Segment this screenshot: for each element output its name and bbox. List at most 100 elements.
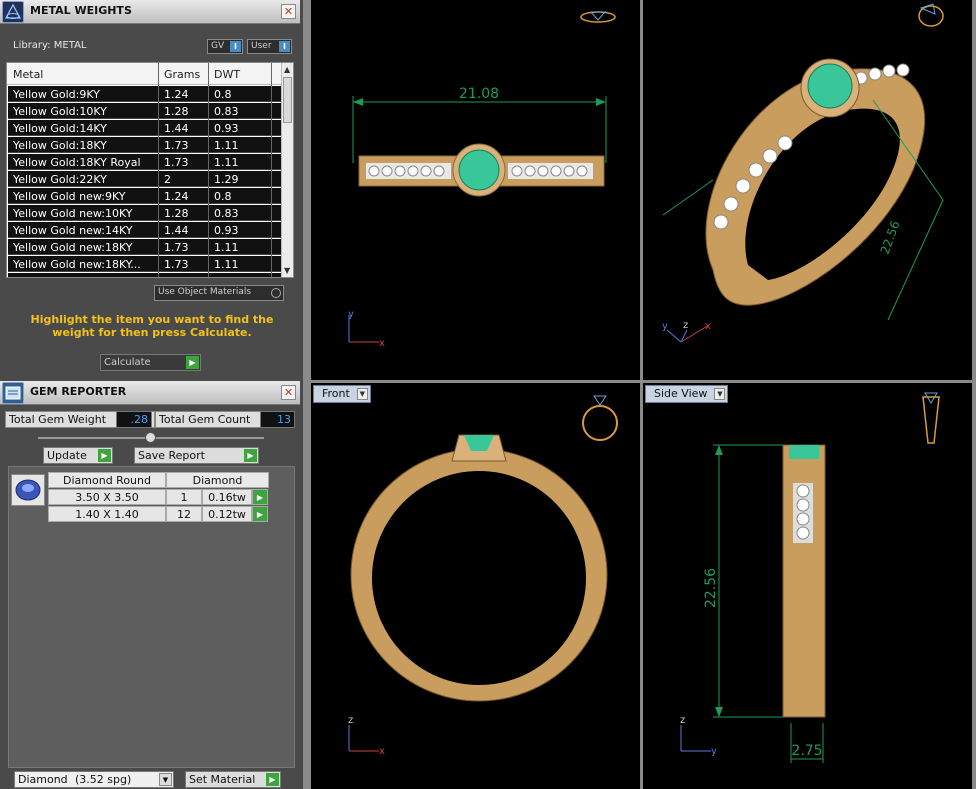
viewport-perspective[interactable]: 22.56 y z x [643,0,972,380]
material-select-value: Diamond [18,773,68,786]
hint-text: Highlight the item you want to find the … [30,313,274,339]
scroll-up-icon[interactable]: ▲ [284,65,290,74]
metal-weights-title: METAL WEIGHTS [30,4,132,17]
user-toggle[interactable]: User I [247,39,292,54]
dimension-label: 2.75 [791,743,822,759]
view-cube-icon[interactable] [580,11,616,23]
table-row[interactable]: Yellow Gold new:14KY 1.44 0.93 [8,222,284,238]
metal-dwt: 0.8 [214,190,232,203]
ring-interior [372,471,586,685]
dimension-label: 21.08 [459,86,499,102]
center-stone [458,149,500,191]
column-divider [208,63,209,277]
table-row[interactable]: Yellow Gold:18KY 1.73 1.11 [8,137,284,153]
dimension-label: 22.56 [878,219,903,256]
total-gem-weight-value: .28 [116,411,152,428]
update-button[interactable]: Update ▶ [43,447,113,464]
bottom-bar: Diamond (3.52 spg) ▼ Set Material ▶ [0,768,303,789]
table-row[interactable]: Yellow Gold:14KY 1.44 0.93 [8,120,284,136]
play-icon: ▶ [244,449,257,462]
table-row[interactable]: Yellow Gold new:9KY 1.24 0.8 [8,188,284,204]
table-row[interactable]: Yellow Gold new:18KY... 1.73 1.11 [8,256,284,272]
left-panel: METAL WEIGHTS ✕ Library: METAL GV I User I… [0,0,303,789]
table-row[interactable]: Yellow Gold:10KY 1.28 0.83 [8,103,284,119]
axis-label: y [711,746,717,757]
metal-grams: 1.44 [164,122,189,135]
column-header-grams[interactable]: Grams [164,68,200,81]
column-header-dwt[interactable]: DWT [214,68,240,81]
axis-label: z [680,715,685,726]
user-checkbox-icon: I [279,41,290,52]
table-row[interactable]: Yellow Gold:22KY 2 1.29 [8,171,284,187]
gem-reporter-icon [2,382,24,404]
metal-weights-icon [2,1,24,23]
metal-name: Yellow Gold:22KY [13,173,107,186]
metal-dwt: 0.8 [214,88,232,101]
metal-dwt: 1.11 [214,241,239,254]
metal-grams: 2 [164,173,171,186]
metal-grams: 1.24 [164,190,189,203]
metal-dwt: 0.93 [214,122,239,135]
axis-label: z [348,715,353,726]
center-stone [789,445,819,459]
metal-table-header: Metal Grams DWT [7,63,283,85]
view-cube-icon[interactable] [922,392,940,444]
gem-material-header: Diamond [166,472,269,488]
table-row-partial [8,273,284,277]
gem-weight: 0.12tw [202,506,252,522]
metal-name: Yellow Gold new:18KY... [13,258,141,271]
gem-row-select-icon[interactable]: ▶ [252,506,268,522]
metal-dwt: 1.11 [214,156,239,169]
play-icon: ▶ [186,356,199,369]
view-cube-icon[interactable] [582,395,618,441]
material-select[interactable]: Diamond (3.52 spg) ▼ [14,771,174,788]
calculate-button[interactable]: Calculate ▶ [100,354,201,371]
viewport-top[interactable]: 21.08 y x [311,0,640,380]
metal-table: Metal Grams DWT Yellow Gold:9KY 1.24 0.8 Y… [6,62,294,278]
table-row[interactable]: Yellow Gold:18KY Royal 1.73 1.11 [8,154,284,170]
column-divider [271,63,272,277]
scroll-down-icon[interactable]: ▼ [284,266,290,275]
metal-name: Yellow Gold:18KY [13,139,107,152]
metal-grams: 1.73 [164,241,189,254]
use-object-materials-toggle[interactable]: Use Object Materials [154,285,284,301]
metal-name: Yellow Gold:14KY [13,122,107,135]
column-header-metal[interactable]: Metal [13,68,43,81]
metal-name: Yellow Gold:18KY Royal [13,156,141,169]
metal-grams: 1.28 [164,105,189,118]
gem-reporter-titlebar: GEM REPORTER ✕ [0,381,300,405]
close-icon[interactable]: ✕ [281,4,296,19]
close-icon[interactable]: ✕ [281,385,296,400]
metal-dwt: 1.29 [214,173,239,186]
metal-name: Yellow Gold new:9KY [13,190,126,203]
view-cube-icon[interactable] [918,3,944,27]
viewport-front[interactable]: Front ▼ z x [311,383,640,789]
library-label: Library: METAL [13,40,87,51]
metal-grams: 1.28 [164,207,189,220]
play-icon: ▶ [98,449,111,462]
viewport-side[interactable]: Side View ▼ 22.56 2.75 z y [643,383,972,789]
gem-count: 12 [166,506,202,522]
metal-name: Yellow Gold:9KY [13,88,100,101]
user-label: User [251,41,272,51]
save-report-button[interactable]: Save Report ▶ [134,447,259,464]
set-material-button[interactable]: Set Material ▶ [185,771,281,788]
table-row[interactable]: Yellow Gold new:10KY 1.28 0.83 [8,205,284,221]
play-icon: ▶ [266,773,279,786]
metal-grams: 1.73 [164,156,189,169]
metal-name: Yellow Gold new:18KY [13,241,133,254]
gem-row-select-icon[interactable]: ▶ [252,489,268,505]
gem-size: 3.50 X 3.50 [48,489,166,505]
table-row[interactable]: Yellow Gold:9KY 1.24 0.8 [8,86,284,102]
set-material-label: Set Material [189,773,256,786]
metal-dwt: 0.83 [214,105,239,118]
gem-count: 1 [166,489,202,505]
axis-label: x [379,338,385,349]
metal-table-scrollbar[interactable]: ▲ ▼ [281,63,293,277]
chevron-down-icon: ▼ [159,773,172,786]
axis-label: y [662,321,668,332]
gv-toggle[interactable]: GV I [207,39,243,54]
slider-handle[interactable] [145,432,156,443]
table-row[interactable]: Yellow Gold new:18KY 1.73 1.11 [8,239,284,255]
scroll-thumb[interactable] [283,77,292,123]
